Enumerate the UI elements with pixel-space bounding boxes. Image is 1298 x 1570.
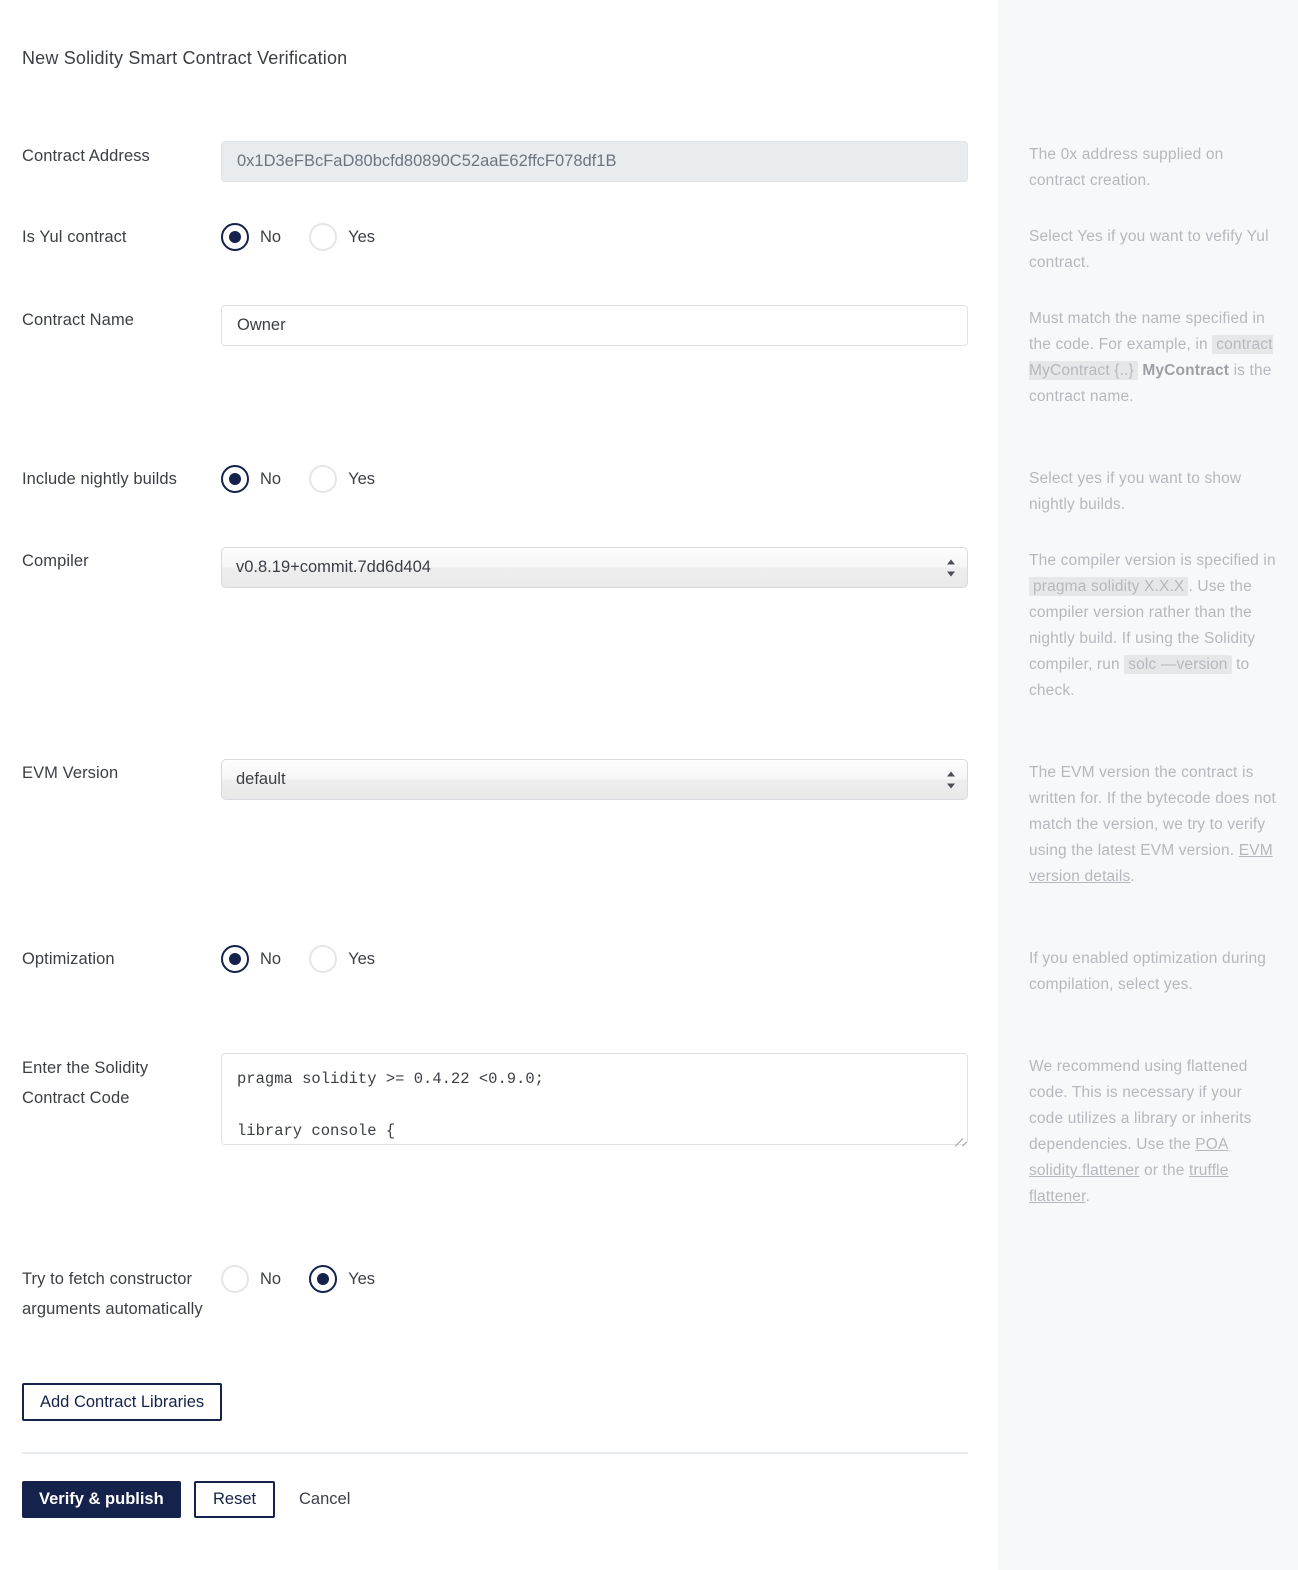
help-is-yul: Select Yes if you want to vefify Yul con… <box>1029 224 1279 276</box>
contract-code-textarea[interactable] <box>221 1053 968 1145</box>
verification-page: The 0x address supplied on contract crea… <box>0 0 1298 1570</box>
help-contract-code: We recommend using flattened code. This … <box>1029 1054 1279 1210</box>
optimization-radio-group[interactable]: No Yes <box>221 944 375 974</box>
help-nightly-builds: Select yes if you want to show nightly b… <box>1029 466 1279 518</box>
include-nightly-builds-label: Include nightly builds <box>22 470 177 488</box>
form-divider <box>22 1452 968 1454</box>
evm-version-label: EVM Version <box>22 764 119 782</box>
contract-name-input[interactable] <box>221 305 968 346</box>
nightly-builds-radio-group[interactable]: No Yes <box>221 464 375 494</box>
help-evm-version: The EVM version the contract is written … <box>1029 760 1279 890</box>
optimization-radio-yes-label: Yes <box>348 949 376 968</box>
help-contract-address-text: The 0x address supplied on contract crea… <box>1029 146 1224 189</box>
radio-unselected-icon[interactable] <box>309 465 338 493</box>
radio-selected-icon[interactable] <box>221 465 249 493</box>
radio-unselected-icon[interactable] <box>309 945 338 973</box>
contract-code-wrapper <box>221 1053 968 1147</box>
constructor-args-radio-yes-label: Yes <box>348 1269 376 1288</box>
help-compiler-code-pragma: pragma solidity X.X.X <box>1029 577 1189 596</box>
nightly-builds-radio-yes-label: Yes <box>348 469 376 488</box>
nightly-builds-radio-no[interactable]: No <box>221 465 281 493</box>
help-contract-name-bold: MyContract <box>1142 362 1230 379</box>
constructor-args-radio-no[interactable]: No <box>221 1265 281 1293</box>
constructor-args-label: Try to fetch constructor arguments autom… <box>22 1270 203 1318</box>
cancel-button[interactable]: Cancel <box>299 1481 350 1518</box>
radio-unselected-icon[interactable] <box>221 1265 249 1293</box>
nightly-builds-radio-no-label: No <box>260 469 282 488</box>
compiler-label: Compiler <box>22 552 89 570</box>
optimization-radio-no[interactable]: No <box>221 945 281 973</box>
radio-selected-icon[interactable] <box>221 945 249 973</box>
help-nightly-builds-text: Select yes if you want to show nightly b… <box>1029 470 1242 513</box>
evm-version-select[interactable]: default <box>221 759 968 800</box>
help-compiler-pre: The compiler version is specified in <box>1029 552 1276 569</box>
help-evm-version-post: . <box>1130 868 1135 885</box>
radio-selected-icon[interactable] <box>221 223 249 251</box>
constructor-args-radio-group[interactable]: No Yes <box>221 1264 375 1294</box>
help-contract-address: The 0x address supplied on contract crea… <box>1029 142 1279 194</box>
radio-selected-icon[interactable] <box>309 1265 338 1293</box>
constructor-args-radio-yes[interactable]: Yes <box>309 1265 375 1293</box>
optimization-radio-no-label: No <box>260 949 282 968</box>
evm-version-select-value: default <box>236 770 286 788</box>
compiler-select-value: v0.8.19+commit.7dd6d404 <box>236 558 431 576</box>
help-contract-code-mid: or the <box>1139 1162 1189 1179</box>
help-optimization: If you enabled optimization during compi… <box>1029 946 1279 998</box>
compiler-select[interactable]: v0.8.19+commit.7dd6d404 <box>221 547 968 588</box>
contract-address-input[interactable] <box>221 141 968 182</box>
optimization-label: Optimization <box>22 950 115 968</box>
help-contract-name: Must match the name specified in the cod… <box>1029 306 1279 410</box>
contract-address-label: Contract Address <box>22 147 150 165</box>
constructor-args-radio-no-label: No <box>260 1269 282 1288</box>
contract-name-label: Contract Name <box>22 311 135 329</box>
is-yul-radio-yes-label: Yes <box>348 227 376 246</box>
is-yul-contract-label: Is Yul contract <box>22 228 127 246</box>
help-optimization-text: If you enabled optimization during compi… <box>1029 950 1267 993</box>
is-yul-radio-yes[interactable]: Yes <box>309 223 375 251</box>
help-contract-code-post: . <box>1085 1188 1091 1205</box>
optimization-radio-yes[interactable]: Yes <box>309 945 375 973</box>
nightly-builds-radio-yes[interactable]: Yes <box>309 465 375 493</box>
help-compiler-code-solc: solc —version <box>1124 655 1232 674</box>
page-title: New Solidity Smart Contract Verification <box>22 48 348 68</box>
chevron-updown-icon <box>947 770 956 789</box>
add-contract-libraries-button[interactable]: Add Contract Libraries <box>22 1383 223 1421</box>
reset-button[interactable]: Reset <box>194 1481 276 1518</box>
verify-and-publish-button[interactable]: Verify & publish <box>22 1481 181 1518</box>
is-yul-radio-no[interactable]: No <box>221 223 281 251</box>
help-compiler: The compiler version is specified in pra… <box>1029 548 1279 704</box>
is-yul-radio-group[interactable]: No Yes <box>221 222 375 252</box>
contract-code-label: Enter the Solidity Contract Code <box>22 1059 149 1107</box>
radio-unselected-icon[interactable] <box>309 223 338 251</box>
chevron-updown-icon <box>947 558 956 577</box>
is-yul-radio-no-label: No <box>260 227 282 246</box>
help-is-yul-text: Select Yes if you want to vefify Yul con… <box>1029 228 1269 271</box>
